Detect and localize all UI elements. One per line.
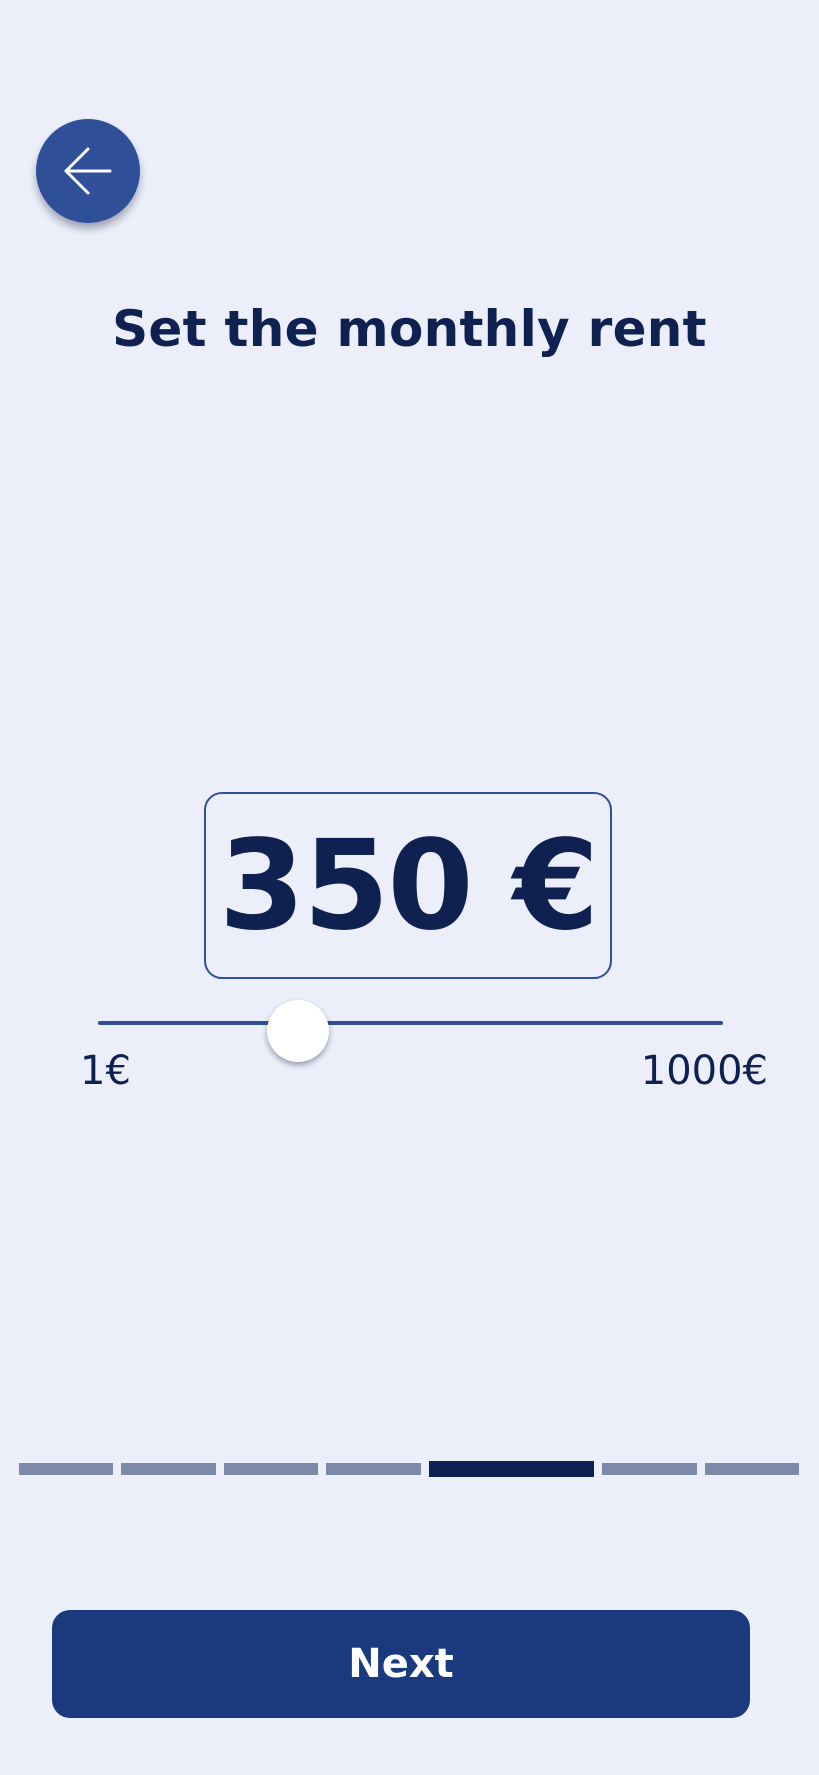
slider-thumb[interactable] [267,1000,329,1062]
back-button[interactable] [36,119,140,223]
slider-min-label: 1€ [80,1048,131,1094]
arrow-left-icon [64,147,112,195]
progress-step [704,1463,800,1475]
page-title: Set the monthly rent [112,300,707,358]
step-progress-indicator [19,1461,800,1477]
progress-step [19,1463,114,1475]
progress-step-current [428,1461,595,1477]
next-button[interactable]: Next [52,1610,750,1718]
progress-step [223,1463,319,1475]
rent-amount-field[interactable]: 350 € [204,792,612,979]
slider-max-label: 1000€ [640,1048,768,1094]
progress-step [121,1463,216,1475]
progress-step [326,1463,421,1475]
rent-amount-value: 350 € [218,813,599,958]
rent-slider[interactable] [98,1000,723,1062]
progress-step [602,1463,697,1475]
slider-track[interactable] [98,1021,723,1025]
